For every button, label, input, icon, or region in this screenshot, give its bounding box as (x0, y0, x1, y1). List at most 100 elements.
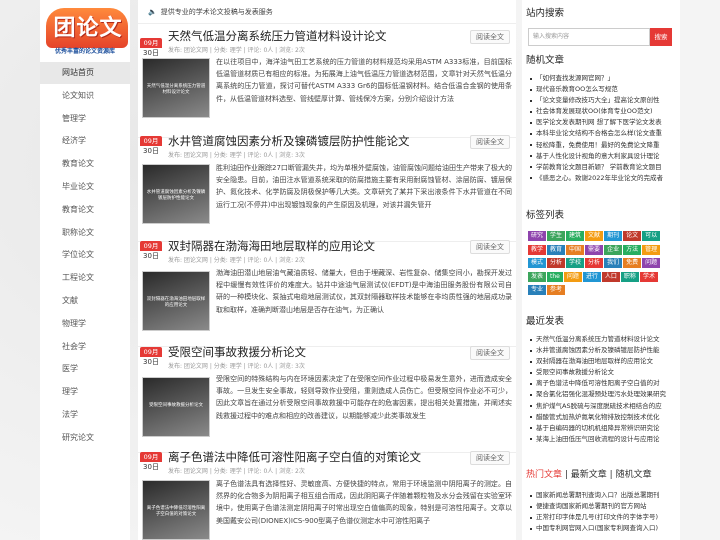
article-title[interactable]: 天然气低温分离系统压力管道材料设计论文 (168, 28, 387, 44)
nav-item[interactable]: 管理学 (40, 108, 130, 131)
nav-item[interactable]: 法学 (40, 404, 130, 427)
article-item: 09月 30日 天然气低温分离系统压力管道材料设计论文 阅读全文 发布: 团论文网… (138, 24, 516, 138)
thumbnail-caption: 天然气低温分离系统压力管道材料设计论文 (146, 84, 206, 95)
list-item[interactable]: 水井管道腐蚀因素分析及镍磷镀层防护性能 (530, 345, 678, 356)
nav-item[interactable]: 毕业论文 (40, 176, 130, 199)
list-item[interactable]: 学前教育论文题目新颖？ 学前教育论文题目 (530, 162, 678, 173)
list-item[interactable]: 某海上油田低压气回收流程的设计与应用论 (530, 434, 678, 445)
article-title[interactable]: 受限空间事故救援分析论文 (168, 344, 306, 360)
list-item[interactable]: 离子色谱法中降低可溶性阳离子空白值的对 (530, 378, 678, 389)
tag-item[interactable]: 免费 (623, 258, 642, 268)
tag-item[interactable]: 人口 (601, 271, 620, 282)
nav-item[interactable]: 社会学 (40, 336, 130, 359)
tab-random[interactable]: 随机文章 (616, 470, 652, 480)
tags-section-title: 标签列表 (526, 210, 565, 221)
tag-item[interactable]: 学校 (566, 258, 585, 268)
list-item[interactable]: 「如何査找发源网官网？」 (530, 73, 678, 84)
list-item[interactable]: 基于自编码器的切机机组降异常辨识研究论 (530, 423, 678, 434)
list-item[interactable]: 《惑恶之心。致谢2022年毕业论文的完成者 (530, 173, 678, 184)
article-title[interactable]: 离子色谱法中降低可溶性阳离子空白值的对策论文 (168, 449, 421, 465)
nav-item-home[interactable]: 网站首页 (40, 62, 130, 85)
nav-item[interactable]: 医学 (40, 358, 130, 382)
date-month: 09月 (140, 38, 162, 48)
list-item[interactable]: 医学论文发表期刊网 想了解下医学论文发表 (530, 117, 678, 128)
list-item[interactable]: 基于人性化设计视角的意大利家具设计理论 (530, 151, 678, 162)
read-all-button[interactable]: 阅读全文 (470, 451, 510, 465)
list-item[interactable]: 中国专利网官网入口(国家专利网查询入口) (530, 523, 678, 534)
article-thumbnail[interactable]: 双封隔器在渤海油田地层取样的应用论文 (142, 271, 210, 331)
tag-item[interactable]: 模式 (528, 258, 547, 268)
tag-item[interactable]: 企业 (604, 244, 623, 255)
date-day: 30日 (140, 146, 162, 156)
nav-item[interactable]: 物理学 (40, 313, 130, 336)
nav-item[interactable]: 论文知识 (40, 85, 130, 108)
list-item[interactable]: 焦炉煤气AS脱硫与深度脱硫技术相结合的应 (530, 401, 678, 412)
tag-item[interactable]: 分析 (585, 258, 604, 268)
read-all-button[interactable]: 阅读全文 (470, 30, 510, 44)
tag-item[interactable]: 研究 (528, 231, 547, 241)
tag-item[interactable]: 我们 (604, 258, 623, 268)
list-item[interactable]: 便捷查询国家新闻总署期刊的官方网站 (530, 501, 678, 512)
article-thumbnail[interactable]: 天然气低温分离系统压力管道材料设计论文 (142, 58, 210, 118)
tag-item[interactable]: 建筑 (566, 231, 585, 241)
list-item[interactable]: 本科毕业论文结构不合格会怎么样(论文查重 (530, 128, 678, 139)
tag-item[interactable]: 学生 (547, 231, 566, 241)
list-item[interactable]: 国家新闻总署期刊查询入口？出版总署期刊 (530, 490, 678, 501)
tag-item[interactable]: 可以 (642, 231, 661, 241)
nav-item[interactable]: 学位论文 (40, 244, 130, 268)
read-all-button[interactable]: 阅读全文 (470, 240, 510, 254)
article-title[interactable]: 水井管道腐蚀因素分析及镍磷镀层防护性能论文 (168, 133, 410, 149)
read-all-button[interactable]: 阅读全文 (470, 135, 510, 149)
latest-section-title: 最近发表 (526, 316, 565, 327)
read-all-button[interactable]: 阅读全文 (470, 346, 510, 360)
article-title[interactable]: 双封隔器在渤海海田地层取样的应用论文 (168, 238, 375, 254)
tag-item[interactable]: 分析 (547, 258, 566, 268)
tag-item[interactable]: 教育 (547, 244, 566, 255)
tag-item[interactable]: 专业 (528, 285, 547, 295)
list-item[interactable]: 受限空间事故救援分析论文 (530, 367, 678, 378)
list-item[interactable]: 天然气低温分离系统压力管道材料设计论文 (530, 334, 678, 345)
tab-latest[interactable]: 最新文章 (571, 470, 607, 480)
tag-item[interactable]: 文献 (585, 231, 604, 241)
tag-item[interactable]: 期刊 (604, 231, 623, 241)
list-item[interactable]: 轻松降重，免费使用！最好的免费论文降重 (530, 140, 678, 151)
nav-item[interactable]: 文献 (40, 290, 130, 313)
nav-item[interactable]: 经济学 (40, 130, 130, 154)
tag-item[interactable]: 参考 (547, 285, 566, 295)
article-thumbnail[interactable]: 水井管道腐蚀因素分析及镍磷镀层防护性能论文 (142, 164, 210, 224)
nav-item[interactable]: 职称论文 (40, 222, 130, 245)
nav-item[interactable]: 教育论文 (40, 153, 130, 176)
tag-item[interactable]: 发表 (528, 271, 547, 282)
article-thumbnail[interactable]: 离子色谱法中降低可溶性阳离子空白值的对策论文 (142, 480, 210, 540)
tag-item[interactable]: 问题 (642, 258, 661, 268)
list-item[interactable]: 「论文变量修改技巧大全」提高论文原创性 (530, 95, 678, 106)
tag-item[interactable]: 论文 (623, 231, 642, 241)
tab-hot[interactable]: 热门文章 (526, 470, 562, 480)
tag-item[interactable]: 学术 (639, 271, 658, 282)
search-button[interactable]: 搜索 (650, 28, 672, 46)
article-thumbnail[interactable]: 受限空间事故救援分析论文 (142, 377, 210, 437)
nav-item[interactable]: 工程论文 (40, 267, 130, 290)
tag-item[interactable]: 职称 (620, 271, 639, 282)
tag-item[interactable]: the (547, 271, 563, 282)
tag-item[interactable]: 进行 (582, 271, 601, 282)
tag-item[interactable]: 需要 (585, 244, 604, 255)
list-item[interactable]: 醋酸管式加热炉氮氧化物排放控制技术优化 (530, 412, 678, 423)
list-item[interactable]: 正常打印字体是几号(打印文件的字体字号) (530, 512, 678, 523)
nav-item[interactable]: 理学 (40, 381, 130, 404)
nav-item[interactable]: 教育论文 (40, 199, 130, 222)
list-item[interactable]: 社会体育发展现状OO(体育专业OO范文) (530, 106, 678, 117)
list-item[interactable]: 聚合氯化铝强化混凝预处理污水处理效果研究 (530, 389, 678, 400)
tag-item[interactable]: 中国 (566, 244, 585, 255)
nav-item[interactable]: 研究论文 (40, 427, 130, 450)
tag-item[interactable]: 管理 (642, 244, 661, 255)
tag-item[interactable]: 方法 (623, 244, 642, 255)
article-excerpt: 离子色谱法具有选择性好、灵敏度高、方便快捷的特点，常用于环境监测中阴阳离子的测定… (216, 480, 512, 525)
tag-item[interactable]: 教学 (528, 244, 547, 255)
list-item[interactable]: 双封隔器在渤海油田地层取样的应用论文 (530, 356, 678, 367)
latest-article-list: 天然气低温分离系统压力管道材料设计论文 水井管道腐蚀因素分析及镍磷镀层防护性能 … (530, 334, 678, 445)
site-logo[interactable]: 团论文 优秀丰富的论文资源库 (40, 0, 130, 62)
list-item[interactable]: 现代音乐教育OO怎么写规范 (530, 84, 678, 95)
search-input[interactable]: 输入搜索内容 (528, 28, 650, 46)
tag-item[interactable]: 问题 (563, 271, 582, 282)
